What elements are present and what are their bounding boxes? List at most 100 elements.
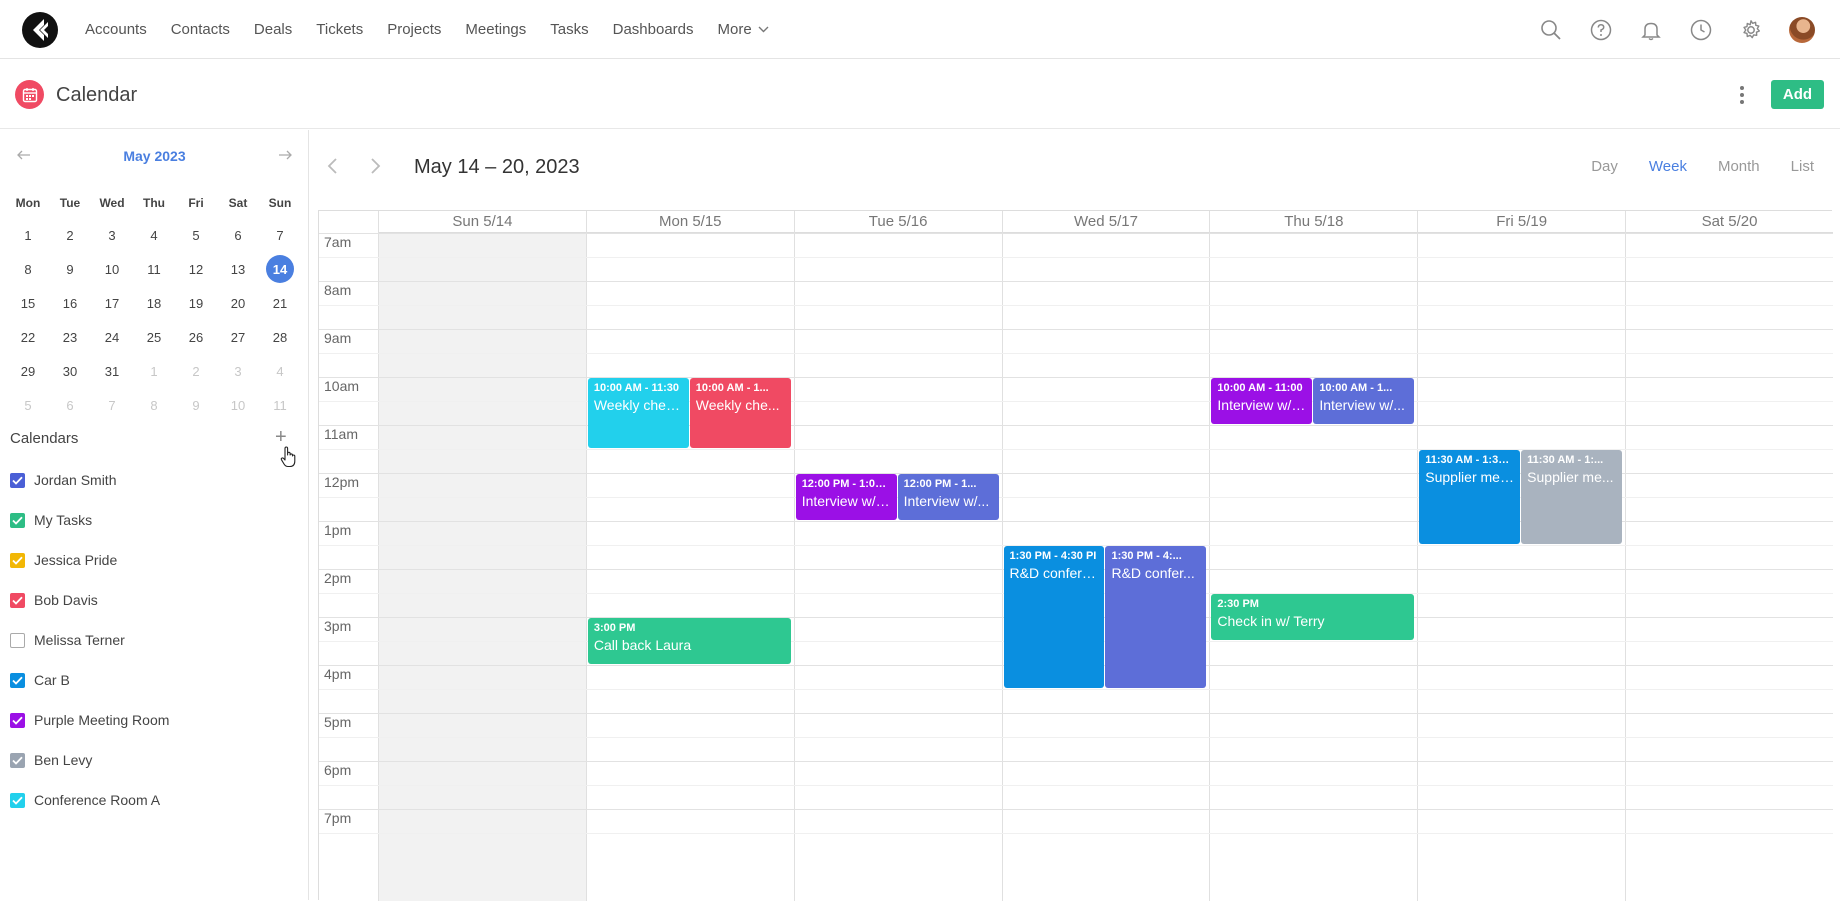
mini-calendar-day[interactable]: 4 xyxy=(133,218,175,252)
calendar-event[interactable]: 10:00 AM - 11:00 Interview w/ Jal xyxy=(1211,378,1313,424)
calendar-item[interactable]: Jessica Pride xyxy=(10,540,169,580)
mini-calendar-day[interactable]: 13 xyxy=(217,252,259,286)
mini-calendar-day[interactable]: 2 xyxy=(49,218,91,252)
mini-calendar-day[interactable]: 3 xyxy=(217,354,259,388)
calendar-event[interactable]: 11:30 AM - 1:30 P Supplier meetin xyxy=(1419,450,1521,544)
mini-calendar-day[interactable]: 29 xyxy=(7,354,49,388)
mini-calendar-day[interactable]: 9 xyxy=(49,252,91,286)
calendar-event[interactable]: 11:30 AM - 1:... Supplier me... xyxy=(1521,450,1623,544)
mini-calendar-day[interactable]: 26 xyxy=(175,320,217,354)
mini-calendar-day[interactable]: 2 xyxy=(175,354,217,388)
mini-calendar-today[interactable]: 14 xyxy=(259,252,301,286)
mini-calendar-day[interactable]: 12 xyxy=(175,252,217,286)
search-icon[interactable] xyxy=(1539,18,1563,42)
mini-calendar-day[interactable]: 20 xyxy=(217,286,259,320)
calendar-event[interactable]: 1:30 PM - 4:30 PI R&D conferenc xyxy=(1003,546,1105,688)
mini-calendar-day[interactable]: 5 xyxy=(7,388,49,422)
mini-calendar-day[interactable]: 10 xyxy=(91,252,133,286)
calendar-event[interactable]: 10:00 AM - 1... Weekly che... xyxy=(689,378,791,448)
checkbox-checked-icon[interactable] xyxy=(10,592,25,608)
nav-link-dashboards[interactable]: Dashboards xyxy=(613,21,694,38)
calendar-event[interactable]: 2:30 PM Check in w/ Terry xyxy=(1211,594,1415,640)
mini-calendar-day[interactable]: 8 xyxy=(133,388,175,422)
mini-calendar-day[interactable]: 24 xyxy=(91,320,133,354)
view-tab-week[interactable]: Week xyxy=(1649,158,1687,178)
day-header[interactable]: Sun 5/14 xyxy=(378,211,586,233)
mini-calendar-day[interactable]: 4 xyxy=(259,354,301,388)
mini-calendar-day[interactable]: 27 xyxy=(217,320,259,354)
day-header[interactable]: Fri 5/19 xyxy=(1417,211,1625,233)
mini-calendar-day[interactable]: 7 xyxy=(259,218,301,252)
mini-calendar-day[interactable]: 17 xyxy=(91,286,133,320)
next-week-chevron-icon[interactable] xyxy=(368,156,382,176)
checkbox-checked-icon[interactable] xyxy=(10,752,25,768)
mini-calendar-day[interactable]: 25 xyxy=(133,320,175,354)
more-options-kebab-icon[interactable] xyxy=(1735,83,1749,107)
checkbox-checked-icon[interactable] xyxy=(10,512,25,528)
calendar-item[interactable]: Conference Room A xyxy=(10,780,169,820)
day-column[interactable] xyxy=(378,211,586,901)
checkbox-checked-icon[interactable] xyxy=(10,472,25,488)
checkbox-checked-icon[interactable] xyxy=(10,552,25,568)
mini-calendar-day[interactable]: 31 xyxy=(91,354,133,388)
calendar-item[interactable]: Jordan Smith xyxy=(10,460,169,500)
calendar-item[interactable]: Melissa Terner xyxy=(10,620,169,660)
checkbox-checked-icon[interactable] xyxy=(10,792,25,808)
calendar-event[interactable]: 10:00 AM - 1... Interview w/... xyxy=(1313,378,1415,424)
mini-calendar-day[interactable]: 18 xyxy=(133,286,175,320)
nav-link-deals[interactable]: Deals xyxy=(254,21,292,38)
previous-week-chevron-icon[interactable] xyxy=(326,156,340,176)
day-column[interactable] xyxy=(1209,211,1417,901)
calendar-event[interactable]: 10:00 AM - 11:30 Weekly check-in xyxy=(587,378,689,448)
help-icon[interactable] xyxy=(1589,18,1613,42)
calendar-event[interactable]: 12:00 PM - 1... Interview w/... xyxy=(897,474,999,520)
calendar-item[interactable]: Ben Levy xyxy=(10,740,169,780)
nav-link-projects[interactable]: Projects xyxy=(387,21,441,38)
day-column[interactable] xyxy=(585,211,794,901)
nav-link-accounts[interactable]: Accounts xyxy=(85,21,147,38)
mini-calendar-day[interactable]: 3 xyxy=(91,218,133,252)
day-column[interactable] xyxy=(793,211,1002,901)
mini-calendar-day[interactable]: 1 xyxy=(7,218,49,252)
add-button[interactable]: Add xyxy=(1771,80,1824,109)
checkbox-unchecked-icon[interactable] xyxy=(10,632,25,648)
day-header[interactable]: Mon 5/15 xyxy=(585,211,794,233)
mini-calendar-day[interactable]: 28 xyxy=(259,320,301,354)
day-header[interactable]: Wed 5/17 xyxy=(1001,211,1210,233)
day-header[interactable]: Sat 5/20 xyxy=(1625,211,1833,233)
nav-link-tickets[interactable]: Tickets xyxy=(316,21,363,38)
mini-calendar-day[interactable]: 21 xyxy=(259,286,301,320)
view-tab-day[interactable]: Day xyxy=(1591,158,1618,178)
mini-calendar-month-label[interactable]: May 2023 xyxy=(0,148,309,164)
day-header[interactable]: Tue 5/16 xyxy=(793,211,1002,233)
settings-gear-icon[interactable] xyxy=(1739,18,1763,42)
mini-calendar-day[interactable]: 5 xyxy=(175,218,217,252)
view-tab-list[interactable]: List xyxy=(1791,158,1814,178)
recent-history-clock-icon[interactable] xyxy=(1689,18,1713,42)
calendar-item[interactable]: Car B xyxy=(10,660,169,700)
nav-link-tasks[interactable]: Tasks xyxy=(550,21,588,38)
nav-more-menu[interactable]: More xyxy=(718,21,769,38)
mini-calendar-day[interactable]: 10 xyxy=(217,388,259,422)
calendar-event[interactable]: 3:00 PM Call back Laura xyxy=(587,618,791,664)
day-header[interactable]: Thu 5/18 xyxy=(1209,211,1417,233)
app-logo-icon[interactable] xyxy=(22,12,58,48)
calendar-item[interactable]: Bob Davis xyxy=(10,580,169,620)
mini-calendar-day[interactable]: 22 xyxy=(7,320,49,354)
mini-calendar-day[interactable]: 6 xyxy=(49,388,91,422)
nav-link-meetings[interactable]: Meetings xyxy=(465,21,526,38)
mini-calendar-day[interactable]: 15 xyxy=(7,286,49,320)
calendar-item[interactable]: Purple Meeting Room xyxy=(10,700,169,740)
mini-calendar-day[interactable]: 7 xyxy=(91,388,133,422)
checkbox-checked-icon[interactable] xyxy=(10,712,25,728)
day-column[interactable] xyxy=(1625,211,1833,901)
nav-link-contacts[interactable]: Contacts xyxy=(171,21,230,38)
checkbox-checked-icon[interactable] xyxy=(10,672,25,688)
view-tab-month[interactable]: Month xyxy=(1718,158,1760,178)
user-avatar[interactable] xyxy=(1789,16,1815,43)
mini-calendar-day[interactable]: 8 xyxy=(7,252,49,286)
calendar-event[interactable]: 1:30 PM - 4:... R&D confer... xyxy=(1105,546,1207,688)
mini-calendar-day[interactable]: 1 xyxy=(133,354,175,388)
mini-calendar-day[interactable]: 6 xyxy=(217,218,259,252)
notifications-bell-icon[interactable] xyxy=(1639,18,1663,42)
